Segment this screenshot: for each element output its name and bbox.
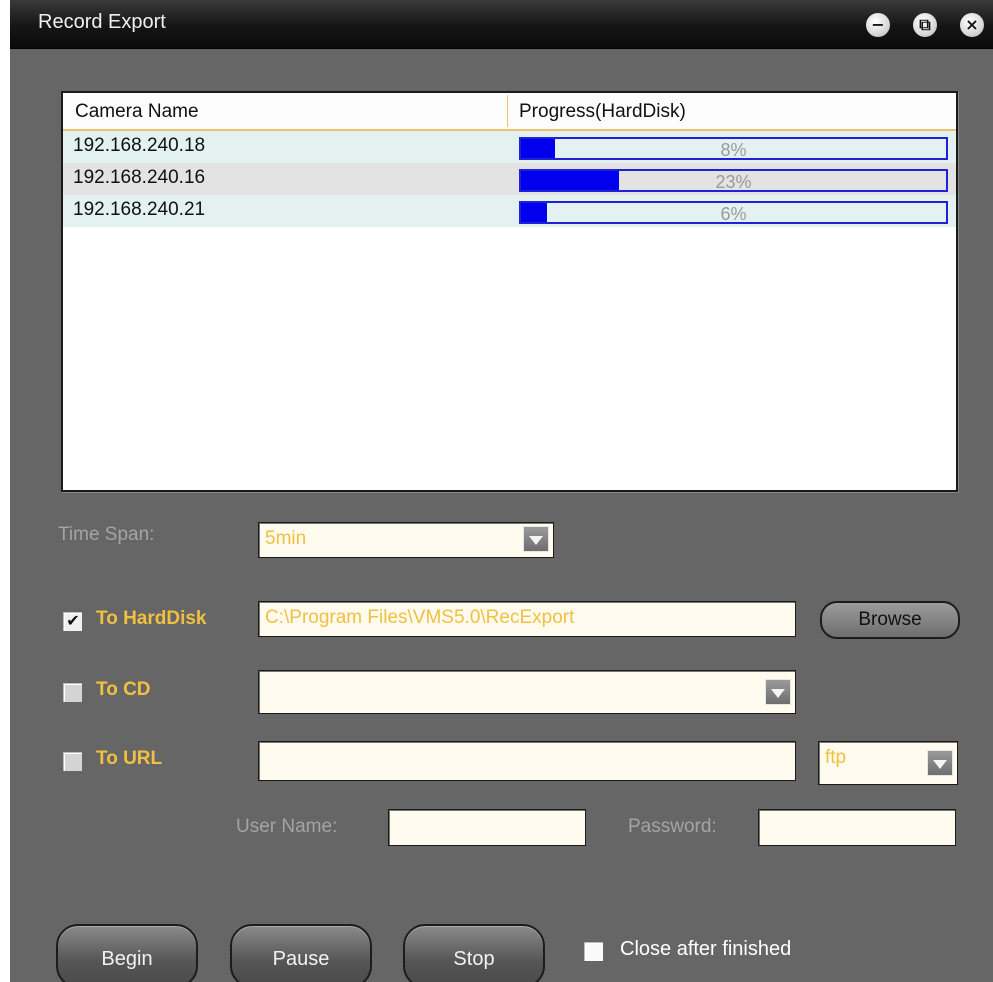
export-list[interactable]: Camera Name Progress(HardDisk) 192.168.2…	[61, 91, 958, 492]
progress-bar: 8%	[519, 137, 948, 160]
camera-name-cell: 192.168.240.18	[73, 135, 206, 156]
user-name-label: User Name:	[236, 816, 338, 837]
close-icon[interactable]: ×	[960, 13, 984, 37]
window-title: Record Export	[38, 11, 166, 33]
browse-button[interactable]: Browse	[820, 601, 960, 639]
protocol-select[interactable]: ftp	[818, 741, 958, 785]
to-harddisk-label: To HardDisk	[96, 608, 207, 629]
stop-button[interactable]: Stop	[403, 924, 545, 982]
column-header-progress[interactable]: Progress(HardDisk)	[519, 93, 686, 129]
chevron-down-icon[interactable]	[523, 526, 549, 552]
close-after-finished-checkbox[interactable]	[584, 942, 603, 961]
list-header: Camera Name Progress(HardDisk)	[63, 93, 956, 131]
time-span-select[interactable]: 5min	[258, 522, 554, 558]
password-input[interactable]	[758, 809, 956, 846]
progress-text: 6%	[720, 204, 747, 224]
camera-name-cell: 192.168.240.21	[73, 199, 206, 220]
progress-bar: 6%	[519, 201, 948, 224]
record-export-window: Record Export − ⧉ × Camera Name Progress…	[10, 0, 993, 982]
close-after-finished-label: Close after finished	[620, 938, 792, 960]
to-url-checkbox[interactable]	[63, 752, 82, 771]
table-row[interactable]: 192.168.240.16 23%	[63, 163, 956, 195]
to-url-label: To URL	[96, 748, 163, 769]
progress-text: 8%	[720, 140, 747, 160]
harddisk-path-input[interactable]: C:\Program Files\VMS5.0\RecExport	[258, 601, 796, 637]
time-span-label: Time Span:	[58, 524, 155, 545]
pause-button[interactable]: Pause	[230, 924, 372, 982]
cd-drive-select[interactable]	[258, 670, 796, 714]
restore-icon[interactable]: ⧉	[913, 13, 937, 37]
begin-button[interactable]: Begin	[56, 924, 198, 982]
protocol-value: ftp	[825, 747, 847, 768]
chevron-down-icon[interactable]	[765, 679, 791, 705]
title-bar[interactable]: Record Export − ⧉ ×	[10, 0, 993, 49]
time-span-value: 5min	[265, 528, 307, 549]
column-divider[interactable]	[507, 95, 508, 127]
chevron-down-icon[interactable]	[927, 750, 953, 776]
to-cd-checkbox[interactable]	[63, 683, 82, 702]
url-input[interactable]	[258, 741, 796, 781]
column-header-camera-name[interactable]: Camera Name	[75, 93, 199, 129]
user-name-input[interactable]	[388, 809, 586, 846]
table-row[interactable]: 192.168.240.21 6%	[63, 195, 956, 227]
minimize-icon[interactable]: −	[866, 13, 890, 37]
progress-text: 23%	[715, 172, 752, 192]
table-row[interactable]: 192.168.240.18 8%	[63, 131, 956, 163]
password-label: Password:	[628, 816, 717, 837]
progress-bar: 23%	[519, 169, 948, 192]
to-cd-label: To CD	[96, 679, 151, 700]
to-harddisk-checkbox[interactable]: ✔	[63, 612, 82, 631]
camera-name-cell: 192.168.240.16	[73, 167, 206, 188]
